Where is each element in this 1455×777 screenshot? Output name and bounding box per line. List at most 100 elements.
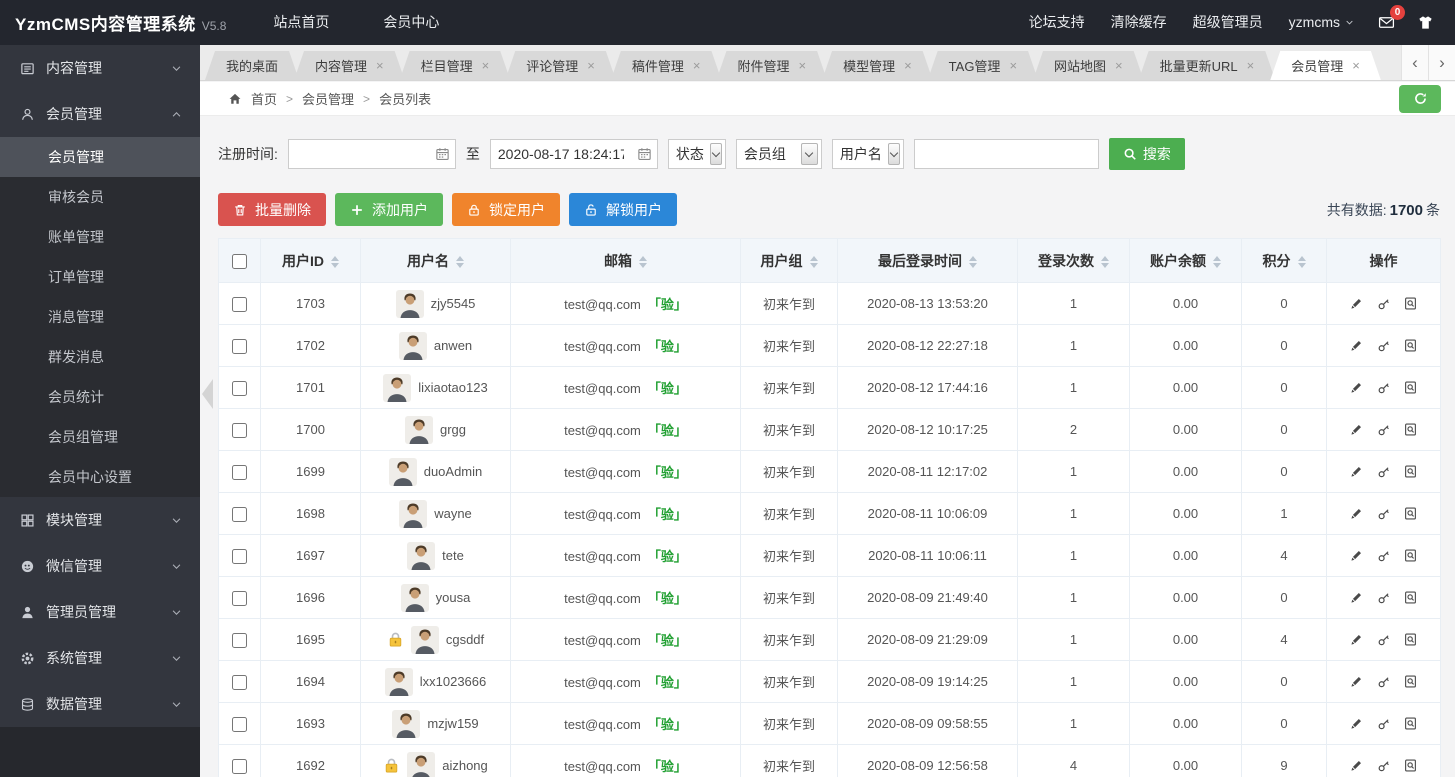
edit-icon[interactable] xyxy=(1349,590,1364,605)
edit-icon[interactable] xyxy=(1349,674,1364,689)
breadcrumb-member-manage[interactable]: 会员管理 xyxy=(302,89,354,108)
view-detail-icon[interactable] xyxy=(1403,758,1418,773)
tab-10[interactable]: 批量更新URL × xyxy=(1139,51,1276,80)
sidebar-item-6[interactable]: 群发消息 xyxy=(0,337,200,377)
row-checkbox[interactable] xyxy=(232,674,247,690)
tab-close-icon[interactable]: × xyxy=(1352,58,1360,73)
tab-4[interactable]: 评论管理 × xyxy=(505,51,616,80)
email-verified-badge[interactable]: 「验」 xyxy=(648,381,687,396)
nav-forum-support[interactable]: 论坛支持 xyxy=(1016,0,1098,45)
sidebar-item-2[interactable]: 审核会员 xyxy=(0,177,200,217)
status-select[interactable]: 状态 xyxy=(667,139,726,169)
tab-5[interactable]: 稿件管理 × xyxy=(611,51,722,80)
column-header[interactable]: 登录次数 xyxy=(1017,238,1130,283)
nav-clear-cache[interactable]: 清除缓存 xyxy=(1098,0,1180,45)
tab-11[interactable]: 会员管理 × xyxy=(1270,51,1381,80)
row-checkbox[interactable] xyxy=(232,548,247,564)
search-button[interactable]: 搜索 xyxy=(1108,138,1185,170)
sort-icon[interactable] xyxy=(456,255,464,268)
view-detail-icon[interactable] xyxy=(1403,296,1418,311)
reg-time-start-input[interactable] xyxy=(288,140,429,168)
refresh-button[interactable] xyxy=(1399,84,1441,113)
reset-password-icon[interactable] xyxy=(1376,464,1391,479)
reset-password-icon[interactable] xyxy=(1376,422,1391,437)
member-group-select[interactable]: 会员组 xyxy=(735,139,822,169)
tab-9[interactable]: 网站地图 × xyxy=(1033,51,1144,80)
row-checkbox[interactable] xyxy=(232,758,247,774)
reset-password-icon[interactable] xyxy=(1376,674,1391,689)
sidebar-item-1[interactable]: 会员管理 xyxy=(0,137,200,177)
row-checkbox[interactable] xyxy=(232,422,247,438)
email-verified-badge[interactable]: 「验」 xyxy=(648,465,687,480)
sort-icon[interactable] xyxy=(331,255,339,268)
view-detail-icon[interactable] xyxy=(1403,506,1418,521)
tab-close-icon[interactable]: × xyxy=(798,58,806,73)
tab-close-icon[interactable]: × xyxy=(587,58,595,73)
view-detail-icon[interactable] xyxy=(1403,380,1418,395)
email-verified-badge[interactable]: 「验」 xyxy=(648,507,687,522)
column-header[interactable]: 账户余额 xyxy=(1129,238,1242,283)
select-all-checkbox[interactable] xyxy=(232,253,247,269)
column-header[interactable]: 积分 xyxy=(1241,238,1327,283)
sidebar-group-2[interactable]: 会员管理 xyxy=(0,91,200,137)
calendar-icon[interactable] xyxy=(435,147,450,162)
view-detail-icon[interactable] xyxy=(1403,422,1418,437)
edit-icon[interactable] xyxy=(1349,758,1364,773)
view-detail-icon[interactable] xyxy=(1403,464,1418,479)
edit-icon[interactable] xyxy=(1349,422,1364,437)
edit-icon[interactable] xyxy=(1349,632,1364,647)
username-field-select[interactable]: 用户名 xyxy=(831,139,904,169)
tab-close-icon[interactable]: × xyxy=(376,58,384,73)
tabs-scroll-right-button[interactable]: › xyxy=(1428,45,1455,80)
messages-button[interactable]: 0 xyxy=(1367,0,1406,45)
tab-close-icon[interactable]: × xyxy=(1009,58,1017,73)
sidebar-item-7[interactable]: 会员统计 xyxy=(0,377,200,417)
edit-icon[interactable] xyxy=(1349,548,1364,563)
row-checkbox[interactable] xyxy=(232,632,247,648)
sort-icon[interactable] xyxy=(809,255,818,268)
edit-icon[interactable] xyxy=(1349,380,1364,395)
batch-delete-button[interactable]: 批量删除 xyxy=(218,193,326,226)
sidebar-group-6[interactable]: 系统管理 xyxy=(0,635,200,681)
keyword-input[interactable] xyxy=(914,140,1098,168)
reset-password-icon[interactable] xyxy=(1376,506,1391,521)
column-header[interactable]: 用户组 xyxy=(740,238,838,283)
email-verified-badge[interactable]: 「验」 xyxy=(648,759,687,774)
view-detail-icon[interactable] xyxy=(1403,674,1418,689)
sort-icon[interactable] xyxy=(969,255,977,268)
row-checkbox[interactable] xyxy=(232,338,247,354)
tab-6[interactable]: 附件管理 × xyxy=(716,51,827,80)
lock-user-button[interactable]: 锁定用户 xyxy=(452,193,560,226)
sidebar-item-4[interactable]: 订单管理 xyxy=(0,257,200,297)
email-verified-badge[interactable]: 「验」 xyxy=(648,339,687,354)
sidebar-item-5[interactable]: 消息管理 xyxy=(0,297,200,337)
email-verified-badge[interactable]: 「验」 xyxy=(648,297,687,312)
tabs-scroll-left-button[interactable]: ‹ xyxy=(1401,45,1428,80)
tab-close-icon[interactable]: × xyxy=(693,58,701,73)
email-verified-badge[interactable]: 「验」 xyxy=(648,423,687,438)
edit-icon[interactable] xyxy=(1349,464,1364,479)
view-detail-icon[interactable] xyxy=(1403,548,1418,563)
reset-password-icon[interactable] xyxy=(1376,548,1391,563)
column-header[interactable]: 用户名 xyxy=(360,238,511,283)
email-verified-badge[interactable]: 「验」 xyxy=(648,591,687,606)
row-checkbox[interactable] xyxy=(232,716,247,732)
email-verified-badge[interactable]: 「验」 xyxy=(648,717,687,732)
sidebar-collapse-handle[interactable] xyxy=(202,379,213,409)
edit-icon[interactable] xyxy=(1349,296,1364,311)
add-user-button[interactable]: 添加用户 xyxy=(335,193,443,226)
view-detail-icon[interactable] xyxy=(1403,590,1418,605)
email-verified-badge[interactable]: 「验」 xyxy=(648,549,687,564)
column-header[interactable]: 用户ID xyxy=(260,238,361,283)
tab-1[interactable]: 我的桌面 xyxy=(205,51,299,80)
sort-icon[interactable] xyxy=(639,255,647,268)
row-checkbox[interactable] xyxy=(232,380,247,396)
sidebar-group-5[interactable]: 管理员管理 xyxy=(0,589,200,635)
tab-8[interactable]: TAG管理 × xyxy=(928,51,1038,80)
unlock-user-button[interactable]: 解锁用户 xyxy=(569,193,677,226)
nav-site-home[interactable]: 站点首页 xyxy=(246,0,356,45)
edit-icon[interactable] xyxy=(1349,338,1364,353)
sidebar-item-3[interactable]: 账单管理 xyxy=(0,217,200,257)
sidebar-group-3[interactable]: 模块管理 xyxy=(0,497,200,543)
row-checkbox[interactable] xyxy=(232,464,247,480)
